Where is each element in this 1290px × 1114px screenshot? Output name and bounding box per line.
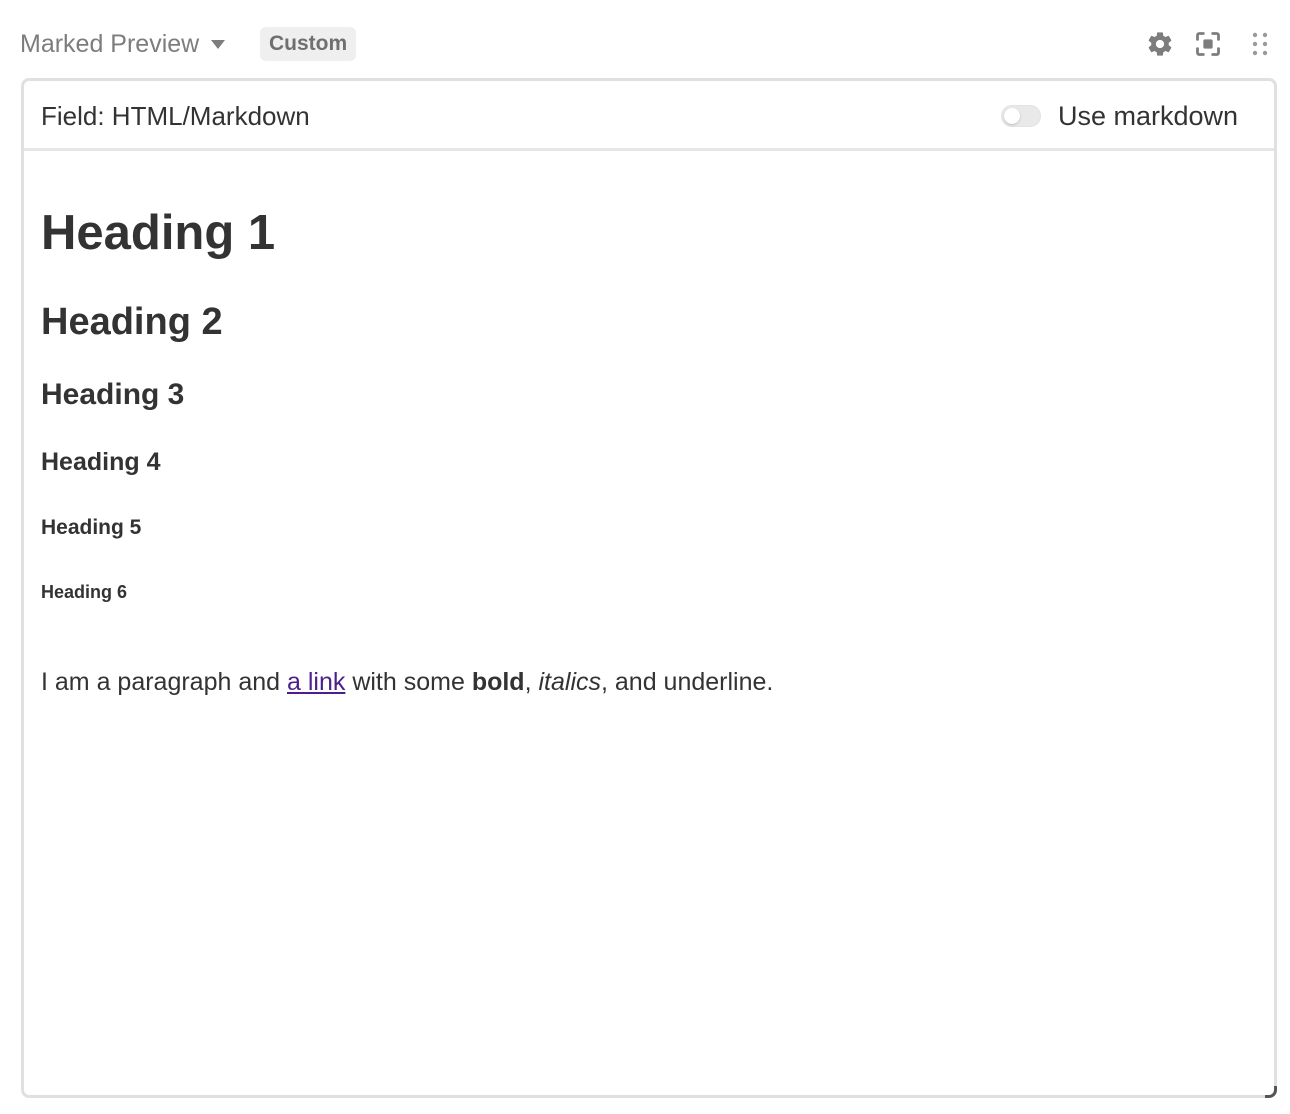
top-bar: Marked Preview Custom bbox=[20, 24, 1276, 64]
app-title: Marked Preview bbox=[20, 30, 200, 58]
paragraph-italic: italics bbox=[538, 668, 601, 696]
preview-panel: Field: HTML/Markdown Use markdown Headin… bbox=[21, 78, 1277, 1098]
field-label: Field: HTML/Markdown bbox=[41, 101, 310, 131]
use-markdown-toggle[interactable] bbox=[1001, 105, 1041, 127]
paragraph: I am a paragraph and a link with some bo… bbox=[41, 667, 773, 697]
heading-5: Heading 5 bbox=[41, 516, 142, 539]
field-bar: Field: HTML/Markdown Use markdown bbox=[24, 81, 1274, 151]
use-markdown-label[interactable]: Use markdown bbox=[1058, 81, 1238, 151]
heading-3: Heading 3 bbox=[41, 378, 185, 411]
heading-2: Heading 2 bbox=[41, 301, 223, 343]
resize-handle-icon[interactable] bbox=[1265, 1086, 1277, 1098]
heading-1: Heading 1 bbox=[41, 206, 276, 260]
paragraph-bold: bold bbox=[471, 668, 525, 696]
paragraph-text-end: , and underline. bbox=[601, 668, 774, 696]
caret-down-icon bbox=[211, 39, 226, 49]
paragraph-separator: , bbox=[524, 668, 539, 696]
toggle-knob bbox=[1004, 108, 1020, 124]
app-switcher[interactable]: Marked Preview bbox=[20, 24, 226, 64]
heading-4: Heading 4 bbox=[41, 448, 161, 476]
drag-handle-icon[interactable] bbox=[1246, 30, 1274, 58]
heading-6: Heading 6 bbox=[41, 582, 128, 602]
custom-badge: Custom bbox=[260, 27, 357, 61]
gear-icon[interactable] bbox=[1146, 30, 1174, 58]
paragraph-text-mid: with some bbox=[345, 668, 472, 696]
paragraph-link[interactable]: a link bbox=[287, 668, 345, 696]
paragraph-text-start: I am a paragraph and bbox=[41, 668, 287, 696]
focus-icon[interactable] bbox=[1194, 30, 1222, 58]
